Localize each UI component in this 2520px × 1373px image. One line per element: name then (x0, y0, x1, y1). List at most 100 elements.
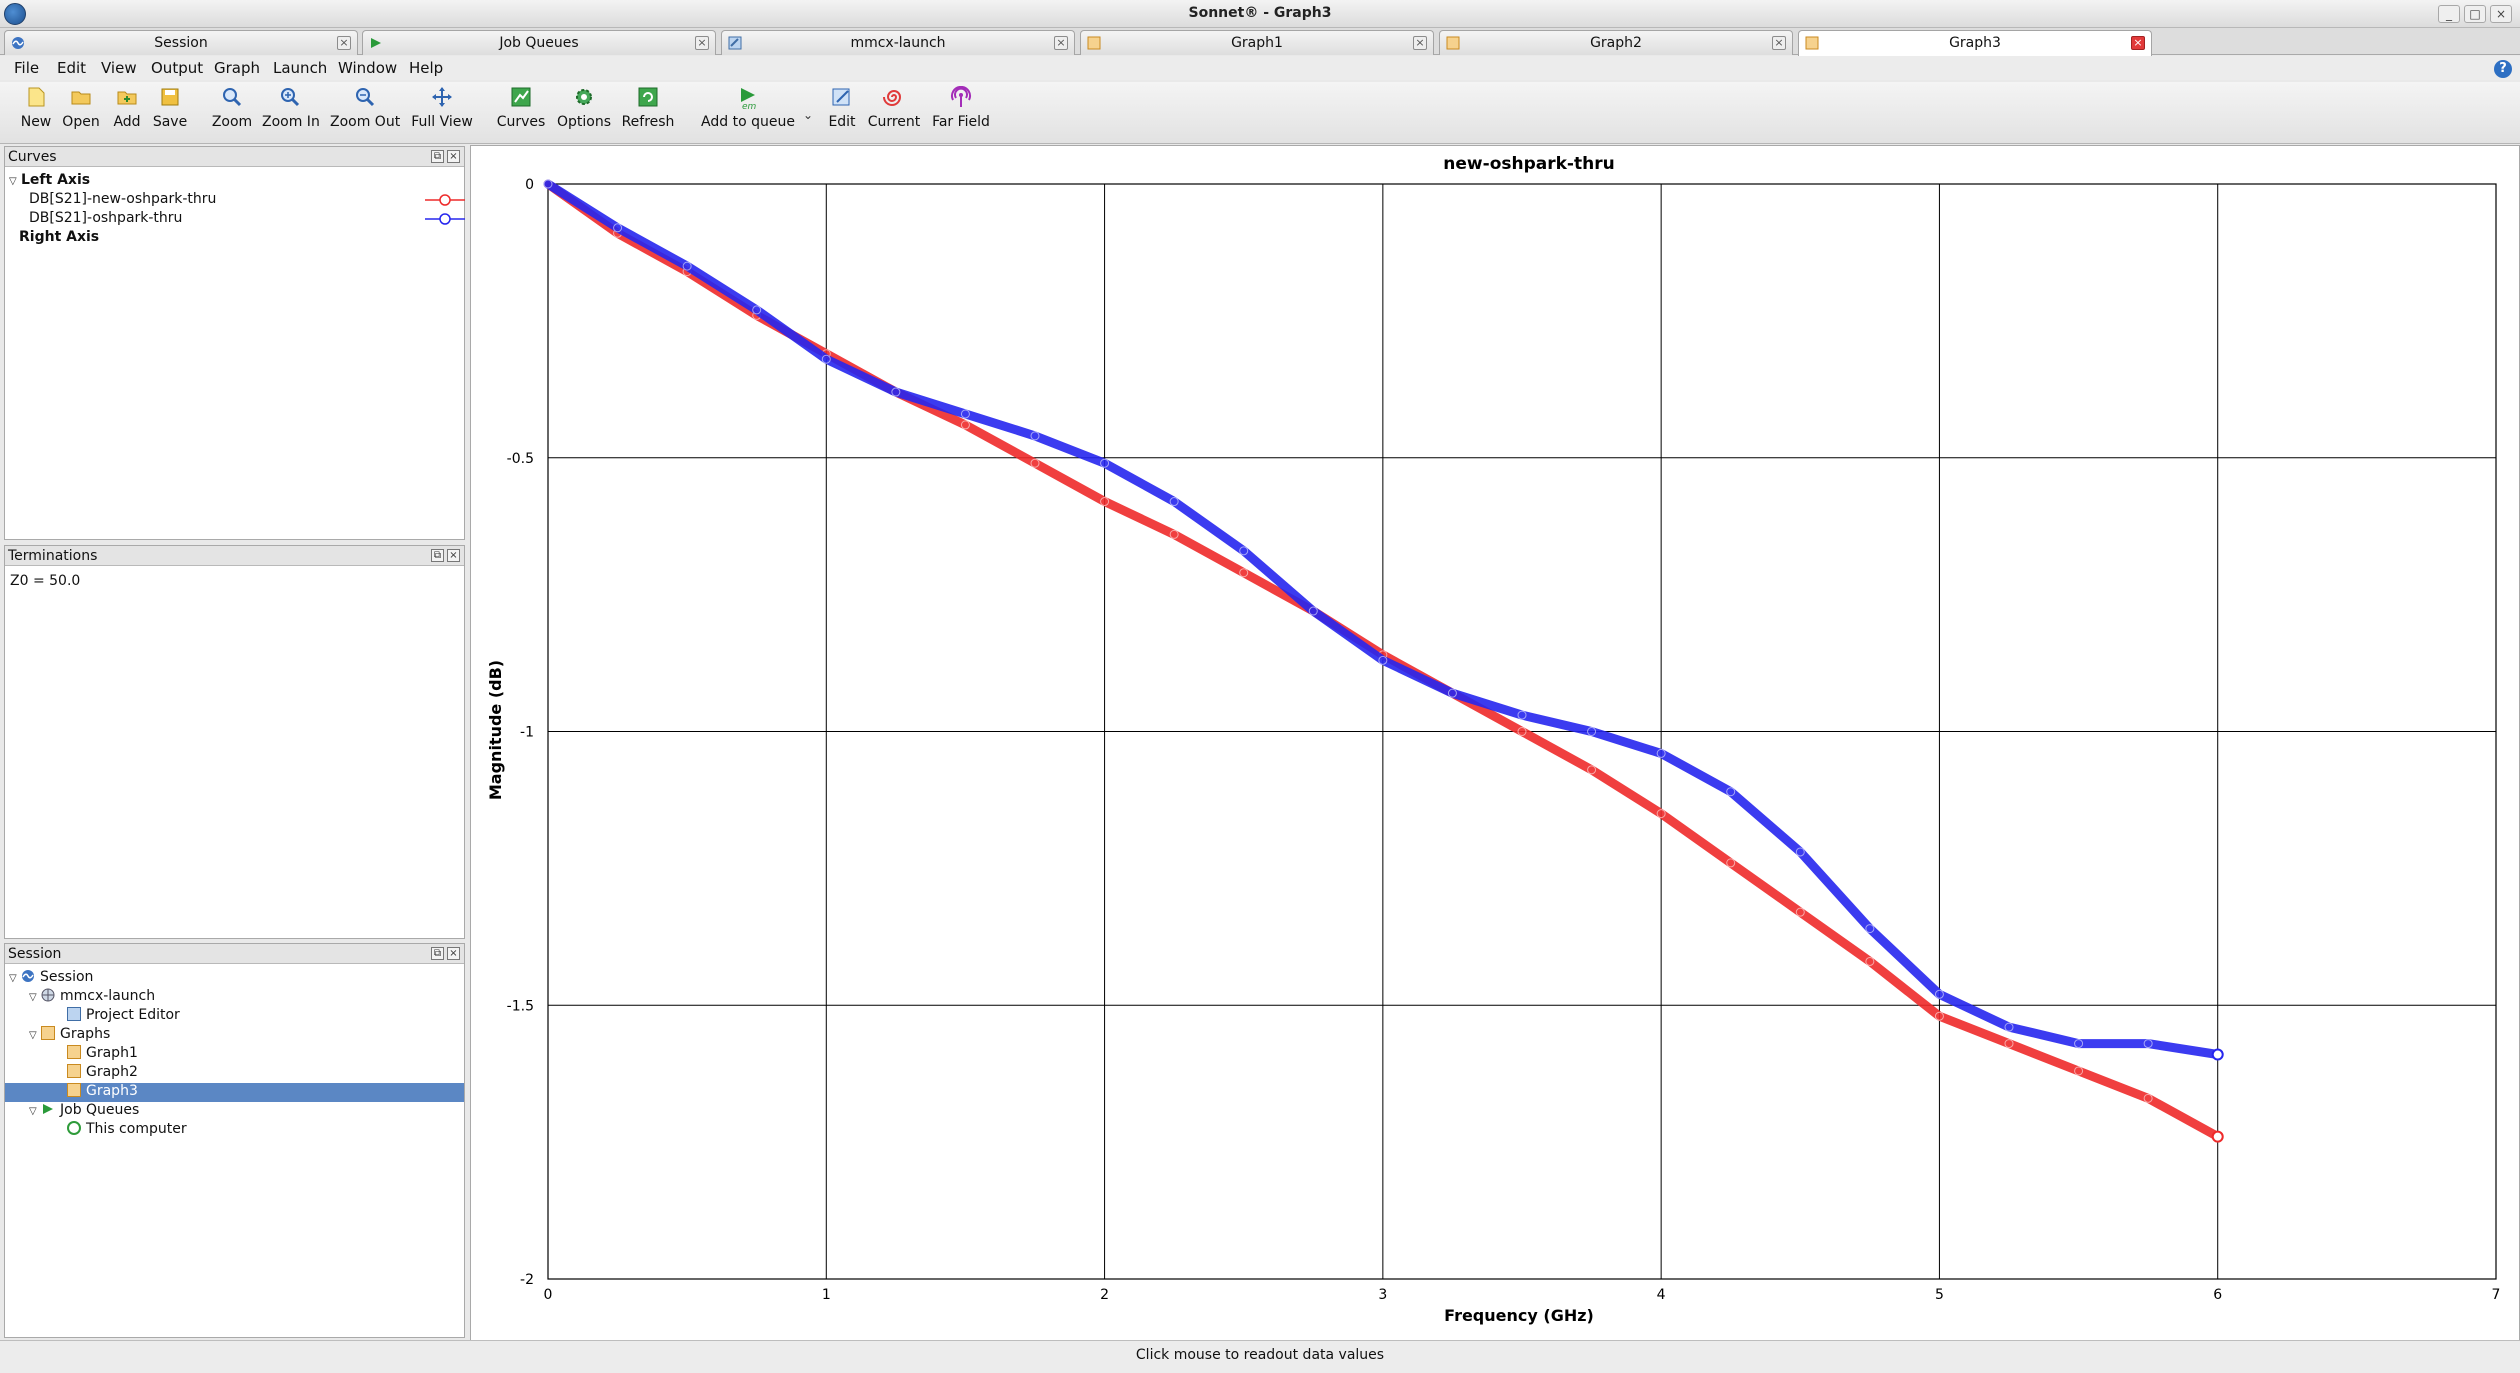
zoom-out-label: Zoom Out (330, 114, 401, 130)
series-0-end-marker (2211, 1130, 2224, 1143)
curves-label: Curves (496, 114, 546, 130)
float-panel-icon[interactable]: ⧉ (431, 150, 444, 163)
graph2-node[interactable]: Graph2 (67, 1064, 138, 1083)
project-editor-node[interactable]: Project Editor (67, 1007, 180, 1026)
project-globe-icon (41, 988, 55, 1002)
graph-area[interactable]: 0 1 2 3 4 5 6 7 0 -0.5 -1 -1.5 -2 new-oshpark-thru F… (470, 145, 2520, 1345)
x-tick-label: 2 (1100, 1287, 1109, 1303)
y-axis-label: Magnitude (dB) (486, 660, 505, 800)
graph-icon (1805, 36, 1819, 50)
close-tab-icon[interactable]: × (1413, 36, 1427, 50)
save-label: Save (152, 114, 188, 130)
add-button[interactable]: Add (110, 86, 144, 140)
curve-item-new-oshpark[interactable]: DB[S21]-new-oshpark-thru (29, 191, 465, 210)
graph-icon (67, 1064, 81, 1078)
zoom-in-button[interactable]: Zoom In (262, 86, 320, 140)
session-panel: Session ⧉ × ▽ Session ▽ mmcx-launch Projec… (4, 943, 465, 1338)
tab-label: Graph2 (1590, 35, 1642, 51)
tab-graph1[interactable]: Graph1 × (1080, 30, 1434, 55)
new-button[interactable]: New (18, 86, 54, 140)
x-tick-label: 0 (544, 1287, 553, 1303)
close-window-icon[interactable]: × (2490, 5, 2512, 23)
project-node[interactable]: ▽ mmcx-launch (29, 988, 155, 1007)
edit-button[interactable]: Edit (825, 86, 859, 140)
tab-graph3[interactable]: Graph3 × (1798, 30, 2152, 56)
collapse-triangle-icon[interactable]: ▽ (29, 992, 41, 1003)
refresh-button[interactable]: Refresh (620, 86, 676, 140)
close-tab-icon[interactable]: × (2131, 36, 2145, 50)
close-tab-icon[interactable]: × (1772, 36, 1786, 50)
termination-value: Z0 = 50.0 (10, 573, 81, 589)
add-to-queue-button[interactable]: em Add to queue (700, 86, 796, 140)
queue-dropdown-chevron-icon[interactable]: ⌄ (803, 108, 813, 122)
curves-icon (496, 86, 546, 114)
menu-file[interactable]: File (14, 59, 39, 77)
zoom-label: Zoom (211, 114, 253, 130)
zoom-button[interactable]: Zoom (210, 86, 254, 140)
this-computer-node[interactable]: This computer (67, 1121, 187, 1140)
graphs-node[interactable]: ▽ Graphs (29, 1026, 110, 1045)
maximize-icon[interactable]: □ (2464, 5, 2486, 23)
menu-window[interactable]: Window (338, 59, 397, 77)
new-label: New (20, 114, 52, 130)
graph1-label: Graph1 (86, 1045, 138, 1061)
tab-label: mmcx-launch (850, 35, 946, 51)
job-queues-node[interactable]: ▽ Job Queues (29, 1102, 139, 1121)
x-tick-label: 7 (2492, 1287, 2501, 1303)
graph-chart[interactable]: 0 1 2 3 4 5 6 7 0 -0.5 -1 -1.5 -2 new-oshpark-thru F… (471, 146, 2519, 1344)
session-node-label: Session (40, 969, 94, 985)
edit-icon (825, 86, 859, 114)
open-button[interactable]: Open (60, 86, 102, 140)
collapse-triangle-icon[interactable]: ▽ (29, 1030, 41, 1041)
graph-icon (1446, 36, 1460, 50)
project-icon (728, 36, 742, 50)
close-panel-icon[interactable]: × (447, 549, 460, 562)
save-button[interactable]: Save (152, 86, 188, 140)
close-tab-icon[interactable]: × (337, 36, 351, 50)
tab-mmcx-launch[interactable]: mmcx-launch × (721, 30, 1075, 55)
options-button[interactable]: Options (556, 86, 612, 140)
graph1-node[interactable]: Graph1 (67, 1045, 138, 1064)
far-field-button[interactable]: Far Field (930, 85, 992, 140)
close-panel-icon[interactable]: × (447, 947, 460, 960)
menu-view[interactable]: View (101, 59, 137, 77)
menu-edit[interactable]: Edit (57, 59, 86, 77)
tab-graph2[interactable]: Graph2 × (1439, 30, 1793, 55)
minimize-icon[interactable]: _ (2438, 5, 2460, 23)
help-icon[interactable]: ? (2494, 60, 2512, 78)
right-axis-node[interactable]: Right Axis (19, 229, 99, 248)
close-tab-icon[interactable]: × (1054, 36, 1068, 50)
curves-button[interactable]: Curves (496, 86, 546, 140)
close-tab-icon[interactable]: × (695, 36, 709, 50)
menu-output[interactable]: Output (151, 59, 203, 77)
left-axis-node[interactable]: ▽ Left Axis (9, 172, 90, 191)
collapse-triangle-icon[interactable]: ▽ (9, 973, 21, 984)
curve-item-oshpark[interactable]: DB[S21]-oshpark-thru (29, 210, 465, 229)
tab-label: Job Queues (499, 35, 579, 51)
close-panel-icon[interactable]: × (447, 150, 460, 163)
graphs-node-label: Graphs (60, 1026, 111, 1042)
menu-launch[interactable]: Launch (273, 59, 327, 77)
collapse-triangle-icon[interactable]: ▽ (9, 176, 21, 187)
current-button[interactable]: Current (866, 86, 922, 140)
x-tick-label: 5 (1935, 1287, 1944, 1303)
toolbar: New Open Add Save Zoom Zoom In Zoom Out … (0, 82, 2520, 144)
float-panel-icon[interactable]: ⧉ (431, 549, 444, 562)
job-queues-label: Job Queues (60, 1102, 140, 1118)
zoom-icon (210, 86, 254, 114)
refresh-label: Refresh (621, 114, 675, 130)
float-panel-icon[interactable]: ⧉ (431, 947, 444, 960)
menu-help[interactable]: Help (409, 59, 443, 77)
curves-panel-title: Curves (8, 149, 57, 165)
full-view-button[interactable]: Full View (410, 86, 474, 140)
tab-session[interactable]: Session × (4, 30, 358, 55)
tab-job-queues[interactable]: Job Queues × (362, 30, 716, 55)
collapse-triangle-icon[interactable]: ▽ (29, 1106, 41, 1117)
curves-panel-header: Curves ⧉ × (5, 147, 464, 167)
this-computer-label: This computer (86, 1121, 187, 1137)
graph3-node[interactable]: Graph3 (5, 1083, 464, 1102)
curves-panel: Curves ⧉ × ▽ Left Axis DB[S21]-new-oshpar… (4, 146, 465, 540)
menu-graph[interactable]: Graph (214, 59, 260, 77)
session-node[interactable]: ▽ Session (9, 969, 93, 988)
zoom-out-button[interactable]: Zoom Out (330, 86, 400, 140)
